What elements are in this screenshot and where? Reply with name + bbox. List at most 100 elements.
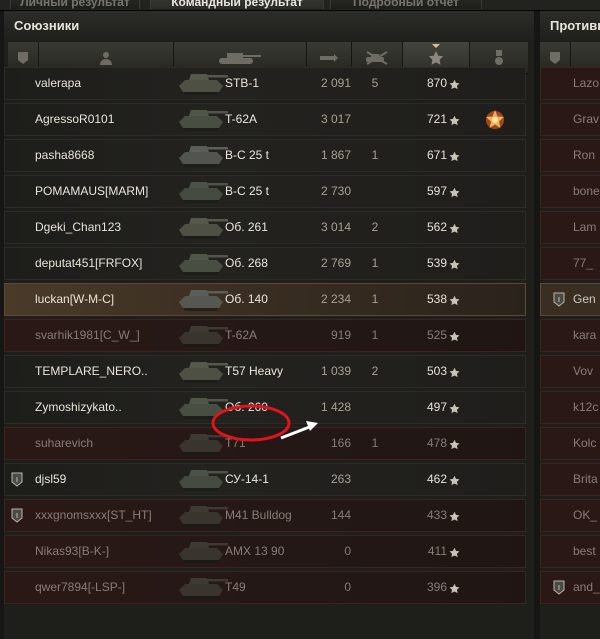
tab-personal-result[interactable]: Личный результат	[10, 0, 140, 9]
table-row[interactable]: TEMPLARE_NERO.. T57 Heavy 1 039 2 503	[4, 355, 526, 388]
experience-star-icon	[449, 185, 460, 198]
enemy-player-name[interactable]: Vov	[573, 356, 593, 387]
table-row[interactable]: Dgeki_Chan123 Об. 261 3 014 2 562	[4, 211, 526, 244]
table-row[interactable]: pasha8668 B-C 25 t 1 867 1 671	[4, 139, 526, 172]
enemy-row[interactable]: Kolc	[540, 427, 600, 460]
enemy-player-name[interactable]: kara	[573, 320, 596, 351]
enemy-row[interactable]: Lam	[540, 211, 600, 244]
enemy-row[interactable]: OK_	[540, 499, 600, 532]
table-row[interactable]: Ixxxgnomsxxx[ST_HT] M41 Bulldog 144 433	[4, 499, 526, 532]
tank-name: B-C 25 t	[225, 184, 270, 198]
sort-arrow-icon	[432, 44, 440, 48]
enemy-player-name[interactable]: Brita	[573, 464, 598, 495]
experience-star-icon	[449, 257, 460, 270]
enemy-row[interactable]: Grav	[540, 103, 600, 136]
player-name[interactable]: djsl59	[35, 464, 66, 495]
experience-value: 538	[426, 292, 447, 306]
tank-image	[173, 422, 229, 460]
player-name[interactable]: deputat451[FRFOX]	[35, 248, 142, 279]
experience-value: 721	[426, 112, 447, 126]
enemy-player-name[interactable]: Ron	[573, 140, 595, 171]
table-row[interactable]: deputat451[FRFOX] Об. 268 2 769 1 539	[4, 247, 526, 280]
enemy-row[interactable]: Iand_	[540, 571, 600, 604]
svg-text:I: I	[558, 297, 560, 304]
player-name[interactable]: TEMPLARE_NERO..	[35, 356, 148, 387]
enemy-player-name[interactable]: Gen	[573, 284, 596, 315]
damage-value: 3 014	[320, 220, 351, 234]
experience-value: 671	[426, 148, 447, 162]
table-row[interactable]: luckan[W-M-C] Об. 140 2 234 1 538	[4, 283, 526, 316]
enemies-title: Противн	[540, 11, 600, 41]
enemy-player-name[interactable]: Grav	[573, 104, 599, 135]
player-name[interactable]: Zymoshizykato..	[35, 392, 122, 423]
damage-value: 2 769	[320, 256, 351, 270]
tank-name: B-C 25 t	[225, 148, 270, 162]
allies-title: Союзники	[4, 11, 534, 41]
medal-award-icon[interactable]	[483, 107, 507, 133]
platoon-badge-icon: I	[11, 472, 23, 487]
experience-star-icon	[449, 77, 460, 90]
tab-team-result[interactable]: Командный результат	[150, 0, 324, 9]
player-name[interactable]: qwer7894[-LSP-]	[35, 572, 125, 603]
experience-value: 433	[426, 508, 447, 522]
experience-star-icon	[449, 293, 460, 306]
tank-image	[173, 566, 229, 604]
enemy-row[interactable]: Ron	[540, 139, 600, 172]
table-row[interactable]: svarhik1981[C_W_] T-62A 919 1 525	[4, 319, 526, 352]
table-row[interactable]: valerapa STB-1 2 091 5 870	[4, 67, 526, 100]
player-name[interactable]: luckan[W-M-C]	[35, 284, 114, 315]
enemy-row[interactable]: 77_	[540, 247, 600, 280]
tank-name: T-62A	[225, 112, 258, 126]
enemy-row[interactable]: Brita	[540, 463, 600, 496]
enemy-player-name[interactable]: Lazo	[573, 68, 599, 99]
damage-value: 1 867	[320, 148, 351, 162]
player-name[interactable]: AgressoR0101	[35, 104, 114, 135]
table-row[interactable]: suharevich T71 166 1 478	[4, 427, 526, 460]
enemy-row[interactable]: Vov	[540, 355, 600, 388]
tab-detailed-report[interactable]: Подробный отчет	[330, 0, 482, 9]
experience-value: 411	[427, 544, 447, 558]
enemy-player-name[interactable]: k12c	[573, 392, 598, 423]
damage-icon	[320, 53, 338, 62]
player-name[interactable]: valerapa	[35, 68, 81, 99]
tank-name: СУ-14-1	[225, 472, 269, 486]
tank-name: T-62A	[225, 328, 258, 342]
enemy-row[interactable]: bone	[540, 175, 600, 208]
damage-value: 1 039	[320, 364, 351, 378]
platoon-badge-icon: I	[11, 508, 23, 523]
tank-name: Об. 140	[225, 292, 268, 306]
enemy-player-name[interactable]: Kolc	[573, 428, 596, 459]
enemy-row[interactable]: Lazo	[540, 67, 600, 100]
experience-value: 562	[426, 220, 447, 234]
table-row[interactable]: Nikas93[B-K-] AMX 13 90 0 411	[4, 535, 526, 568]
enemy-player-name[interactable]: and_	[573, 572, 600, 603]
player-name[interactable]: POMAMAUS[MARM]	[35, 176, 148, 207]
enemy-player-name[interactable]: OK_	[573, 500, 597, 531]
table-row[interactable]: qwer7894[-LSP-] T49 0 396	[4, 571, 526, 604]
table-row[interactable]: AgressoR0101 T-62A 3 017 721	[4, 103, 526, 136]
enemy-player-name[interactable]: bone	[573, 176, 600, 207]
medal-icon	[495, 49, 503, 65]
damage-value: 1 428	[320, 400, 351, 414]
player-name[interactable]: xxxgnomsxxx[ST_HT]	[35, 500, 152, 531]
table-row[interactable]: POMAMAUS[MARM] B-C 25 t 2 730 597	[4, 175, 526, 208]
player-name[interactable]: pasha8668	[35, 140, 94, 171]
experience-star-icon	[449, 365, 460, 378]
player-name[interactable]: Nikas93[B-K-]	[35, 536, 109, 567]
tank-image	[173, 98, 229, 136]
table-row[interactable]: Idjsl59 СУ-14-1 263 462	[4, 463, 526, 496]
enemy-row[interactable]: I Gen	[540, 283, 600, 316]
tank-name: Об. 261	[225, 220, 268, 234]
player-name[interactable]: svarhik1981[C_W_]	[35, 320, 140, 351]
enemy-player-name[interactable]: 77_	[573, 248, 593, 279]
enemy-player-name[interactable]: Lam	[573, 212, 596, 243]
enemy-row[interactable]: k12c	[540, 391, 600, 424]
player-name[interactable]: Dgeki_Chan123	[35, 212, 121, 243]
table-row[interactable]: Zymoshizykato.. Об. 260 1 428 497	[4, 391, 526, 424]
enemy-row[interactable]: best	[540, 535, 600, 568]
enemy-player-name[interactable]: best	[573, 536, 596, 567]
tank-image	[173, 134, 229, 172]
player-name[interactable]: suharevich	[35, 428, 93, 459]
enemy-row[interactable]: kara	[540, 319, 600, 352]
tank-image	[173, 386, 229, 424]
